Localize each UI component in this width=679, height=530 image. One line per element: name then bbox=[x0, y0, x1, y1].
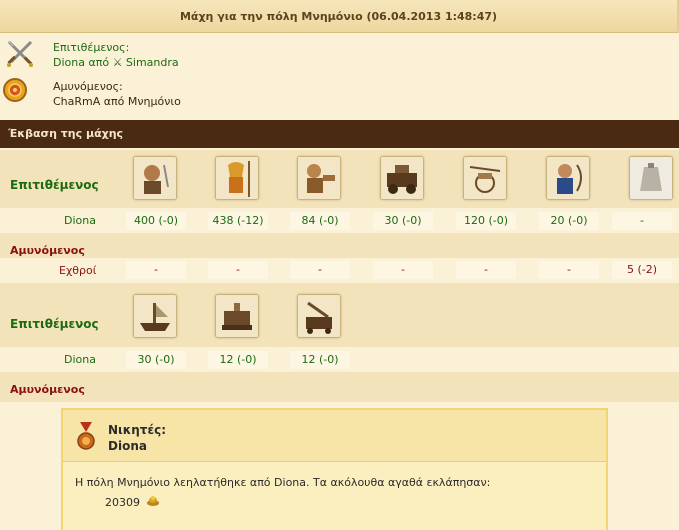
naval-defender-label: Αμυνόμενος bbox=[10, 383, 85, 396]
round-shield-icon bbox=[2, 77, 32, 107]
slinger-icon[interactable] bbox=[297, 156, 341, 200]
transport-ship-icon[interactable] bbox=[215, 294, 259, 338]
land-attacker-count: 30 (-0) bbox=[373, 212, 433, 230]
battle-report-title: Μάχη για την πόλη Μνημόνιο (06.04.2013 1… bbox=[0, 0, 679, 33]
attacker-name-link[interactable]: Diona από ⚔ Simandra bbox=[53, 56, 179, 69]
land-defender-count: - bbox=[208, 261, 268, 279]
fire-ship-icon[interactable] bbox=[133, 294, 177, 338]
winner-name[interactable]: Diona bbox=[108, 439, 147, 453]
militia-icon[interactable] bbox=[629, 156, 673, 200]
land-defender-name: Εχθροί bbox=[59, 264, 97, 277]
land-defender-count: - bbox=[539, 261, 599, 279]
land-attacker-count: 400 (-0) bbox=[126, 212, 186, 230]
land-attacker-count: 20 (-0) bbox=[539, 212, 599, 230]
land-attacker-label: Επιτιθέμενος bbox=[10, 178, 99, 192]
catapult-icon[interactable] bbox=[380, 156, 424, 200]
land-attacker-count: - bbox=[612, 212, 672, 230]
battle-outcome-header: Έκβαση της μάχης bbox=[0, 120, 679, 148]
naval-attacker-label: Επιτιθέμενος bbox=[10, 317, 99, 331]
winners-header: Νικητές: Diona bbox=[63, 410, 606, 462]
land-defender-count: - bbox=[456, 261, 516, 279]
defender-role-label: Αμυνόμενος: bbox=[53, 80, 123, 93]
medal-icon bbox=[76, 422, 96, 452]
land-defender-count: - bbox=[126, 261, 186, 279]
land-defender-count: - bbox=[290, 261, 350, 279]
land-defender-count: 5 (-2) bbox=[612, 261, 672, 279]
crossed-swords-icon bbox=[5, 38, 35, 68]
colony-ship-icon[interactable] bbox=[297, 294, 341, 338]
naval-attacker-count: 12 (-0) bbox=[208, 351, 268, 369]
naval-defender-label-row bbox=[0, 372, 679, 402]
attacker-role-label: Επιτιθέμενος: bbox=[53, 41, 130, 54]
land-defender-label: Αμυνόμενος bbox=[10, 244, 85, 257]
land-attacker-count: 120 (-0) bbox=[456, 212, 516, 230]
hoplite-icon[interactable] bbox=[215, 156, 259, 200]
naval-attacker-name[interactable]: Diona bbox=[64, 353, 96, 366]
land-defender-label-row bbox=[0, 233, 679, 258]
land-defender-count: - bbox=[373, 261, 433, 279]
winners-label: Νικητές: bbox=[108, 423, 167, 437]
land-attacker-count: 84 (-0) bbox=[290, 212, 350, 230]
defender-name-link[interactable]: ChaRmA από Μνημόνιο bbox=[53, 95, 181, 108]
gold-pile-icon bbox=[146, 494, 160, 506]
naval-attacker-count: 30 (-0) bbox=[126, 351, 186, 369]
archer-icon[interactable] bbox=[546, 156, 590, 200]
battle-result-box: Νικητές: Diona Η πόλη Μνημόνιο λεηλατήθη… bbox=[61, 408, 608, 530]
land-attacker-count: 438 (-12) bbox=[208, 212, 268, 230]
naval-attacker-count: 12 (-0) bbox=[290, 351, 350, 369]
swordsman-icon[interactable] bbox=[133, 156, 177, 200]
land-attacker-name[interactable]: Diona bbox=[64, 214, 96, 227]
chariot-icon[interactable] bbox=[463, 156, 507, 200]
loot-amount: 20309 bbox=[105, 496, 140, 509]
loot-message: Η πόλη Μνημόνιο λεηλατήθηκε από Diona. Τ… bbox=[75, 476, 491, 489]
